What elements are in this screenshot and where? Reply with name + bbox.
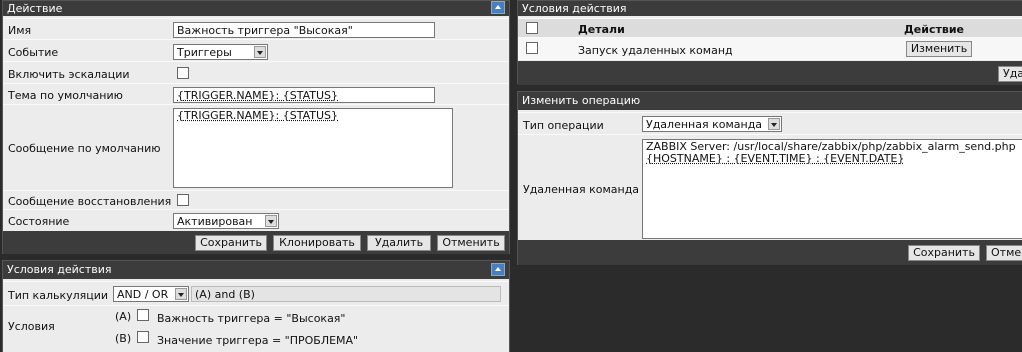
- op-type-value: Удаленная команда: [646, 118, 762, 131]
- condition-b-text: Значение триггера = "ПРОБЛЕМА": [157, 334, 358, 347]
- status-row: Состояние Активирован: [3, 209, 509, 231]
- save-operation-button[interactable]: Сохранить: [908, 245, 980, 261]
- condition-b-tag: (B): [115, 332, 131, 345]
- calc-formula: (A) and (B): [191, 286, 501, 302]
- op-type-label: Тип операции: [523, 119, 604, 132]
- message-label: Сообщение по умолчанию: [8, 142, 161, 155]
- event-label: Событие: [8, 46, 58, 59]
- action-panel-title: Действие: [7, 2, 62, 15]
- command-textarea[interactable]: ZABBIX Server: /usr/local/share/zabbix/p…: [642, 139, 1022, 239]
- edit-operation-title: Изменить операцию: [522, 94, 640, 107]
- name-input[interactable]: Важность триггера "Высокая": [173, 22, 435, 38]
- row-details: Запуск удаленных команд: [578, 44, 733, 57]
- command-row: Удаленная команда ZABBIX Server: /usr/lo…: [518, 134, 1022, 240]
- conditions-row: Условия (A) Важность триггера = "Высокая…: [3, 305, 509, 352]
- escalation-row: Включить эскалации: [3, 61, 509, 83]
- chevron-down-icon: [265, 215, 277, 227]
- edit-operation-button[interactable]: Изменить: [906, 41, 972, 57]
- subject-input[interactable]: {TRIGGER.NAME}: {STATUS}: [173, 87, 435, 103]
- status-select[interactable]: Активирован: [173, 213, 279, 229]
- chevron-down-icon: [768, 118, 780, 130]
- cancel-operation-button[interactable]: Отме: [986, 245, 1022, 261]
- condition-b-checkbox[interactable]: [137, 331, 149, 343]
- calc-select[interactable]: AND / OR: [113, 286, 189, 302]
- row-checkbox[interactable]: [526, 42, 538, 54]
- message-value: {TRIGGER.NAME}: {STATUS}: [177, 109, 338, 122]
- edit-operation-buttons-bar: Сохранить Отме: [518, 240, 1022, 265]
- action-panel: Действие Имя Важность триггера "Высокая"…: [2, 0, 510, 254]
- condition-a-tag: (A): [115, 310, 131, 323]
- edit-operation-panel: Изменить операцию Тип операции Удаленная…: [517, 91, 1022, 265]
- conditions-panel: Условия действия Тип калькуляции AND / O…: [2, 260, 510, 352]
- calc-select-value: AND / OR: [117, 288, 168, 301]
- recovery-checkbox[interactable]: [177, 194, 189, 206]
- cancel-button[interactable]: Отменить: [437, 235, 505, 251]
- delete-button[interactable]: Удалить: [367, 235, 431, 251]
- subject-row: Тема по умолчанию {TRIGGER.NAME}: {STATU…: [3, 83, 509, 104]
- recovery-label: Сообщение восстановления: [8, 195, 171, 208]
- event-select-value: Триггеры: [177, 46, 232, 59]
- message-textarea[interactable]: {TRIGGER.NAME}: {STATUS}: [173, 108, 453, 188]
- collapse-icon[interactable]: [491, 263, 505, 276]
- calc-label: Тип калькуляции: [8, 289, 108, 302]
- conditions-panel-header: Условия действия: [3, 261, 509, 279]
- col-action-header: Действие: [904, 23, 964, 36]
- operations-panel: Условия действия Детали Действие Запуск …: [517, 0, 1022, 84]
- edit-operation-header: Изменить операцию: [518, 92, 1022, 110]
- condition-a-text: Важность триггера = "Высокая": [157, 312, 345, 325]
- event-row: Событие Триггеры: [3, 39, 509, 61]
- name-label: Имя: [8, 24, 31, 37]
- command-label: Удаленная команда: [523, 183, 639, 196]
- escalation-label: Включить эскалации: [8, 68, 130, 81]
- table-row: Запуск удаленных команд Изменить: [518, 37, 1022, 60]
- operations-table-header: Детали Действие: [518, 18, 1022, 37]
- operations-panel-header: Условия действия: [518, 1, 1022, 16]
- col-details-header: Детали: [578, 23, 625, 36]
- operations-buttons-bar: Уда: [518, 61, 1022, 85]
- command-line-2: {HOSTNAME} : {EVENT.TIME} : {EVENT.DATE}: [646, 153, 1020, 165]
- op-type-row: Тип операции Удаленная команда: [518, 112, 1022, 134]
- chevron-down-icon: [175, 288, 187, 300]
- clone-button[interactable]: Клонировать: [273, 235, 361, 251]
- status-label: Состояние: [8, 215, 69, 228]
- conditions-panel-title: Условия действия: [7, 263, 111, 276]
- name-row: Имя Важность триггера "Высокая": [3, 18, 509, 39]
- action-buttons-bar: Сохранить Клонировать Удалить Отменить: [3, 231, 509, 254]
- condition-a-checkbox[interactable]: [137, 309, 149, 321]
- chevron-down-icon: [254, 46, 266, 58]
- op-type-select[interactable]: Удаленная команда: [642, 116, 782, 132]
- save-button[interactable]: Сохранить: [195, 235, 267, 251]
- event-select[interactable]: Триггеры: [173, 44, 268, 60]
- calc-row: Тип калькуляции AND / OR (A) and (B): [3, 281, 509, 305]
- conditions-label: Условия: [8, 320, 55, 333]
- select-all-checkbox[interactable]: [526, 22, 538, 34]
- delete-selected-button[interactable]: Уда: [998, 66, 1022, 82]
- subject-value: {TRIGGER.NAME}: {STATUS}: [177, 89, 338, 102]
- message-row: Сообщение по умолчанию {TRIGGER.NAME}: {…: [3, 104, 509, 190]
- subject-label: Тема по умолчанию: [8, 89, 123, 102]
- recovery-row: Сообщение восстановления: [3, 190, 509, 209]
- operations-panel-title: Условия действия: [522, 2, 626, 15]
- status-select-value: Активирован: [177, 215, 253, 228]
- escalation-checkbox[interactable]: [177, 67, 189, 79]
- collapse-icon[interactable]: [491, 1, 505, 14]
- action-panel-header: Действие: [3, 1, 509, 16]
